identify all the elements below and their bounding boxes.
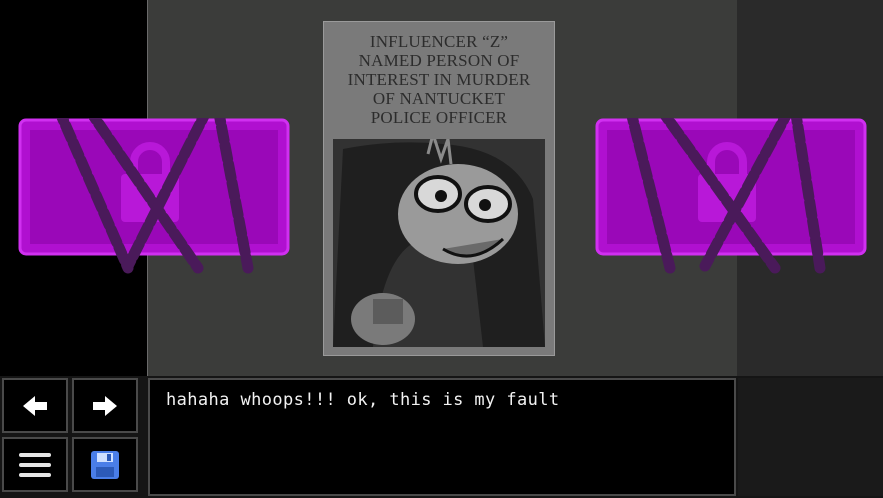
hamburger-menu-icon bbox=[19, 452, 51, 477]
bottom-bar: hahaha whoops!!! ok, this is my fault bbox=[0, 376, 883, 498]
newspaper[interactable]: INFLUENCER “Z” NAMED PERSON OF INTEREST … bbox=[323, 21, 555, 356]
forward-button[interactable] bbox=[72, 378, 138, 433]
floppy-disk-icon bbox=[91, 450, 119, 479]
locked-item-left[interactable] bbox=[18, 118, 293, 278]
scene: INFLUENCER “Z” NAMED PERSON OF INTEREST … bbox=[0, 0, 883, 376]
dialogue-box[interactable]: hahaha whoops!!! ok, this is my fault bbox=[148, 378, 736, 496]
right-arrow-icon bbox=[93, 395, 117, 416]
locked-item-right[interactable] bbox=[595, 118, 870, 278]
menu-button[interactable] bbox=[2, 437, 68, 492]
bottom-right-panel bbox=[738, 378, 883, 496]
control-grid bbox=[2, 378, 142, 496]
dialogue-text: hahaha whoops!!! ok, this is my fault bbox=[166, 390, 560, 410]
save-button[interactable] bbox=[72, 437, 138, 492]
back-button[interactable] bbox=[2, 378, 68, 433]
newspaper-headline: INFLUENCER “Z” NAMED PERSON OF INTEREST … bbox=[347, 32, 531, 127]
left-arrow-icon bbox=[23, 395, 47, 416]
newspaper-photo bbox=[333, 139, 545, 347]
